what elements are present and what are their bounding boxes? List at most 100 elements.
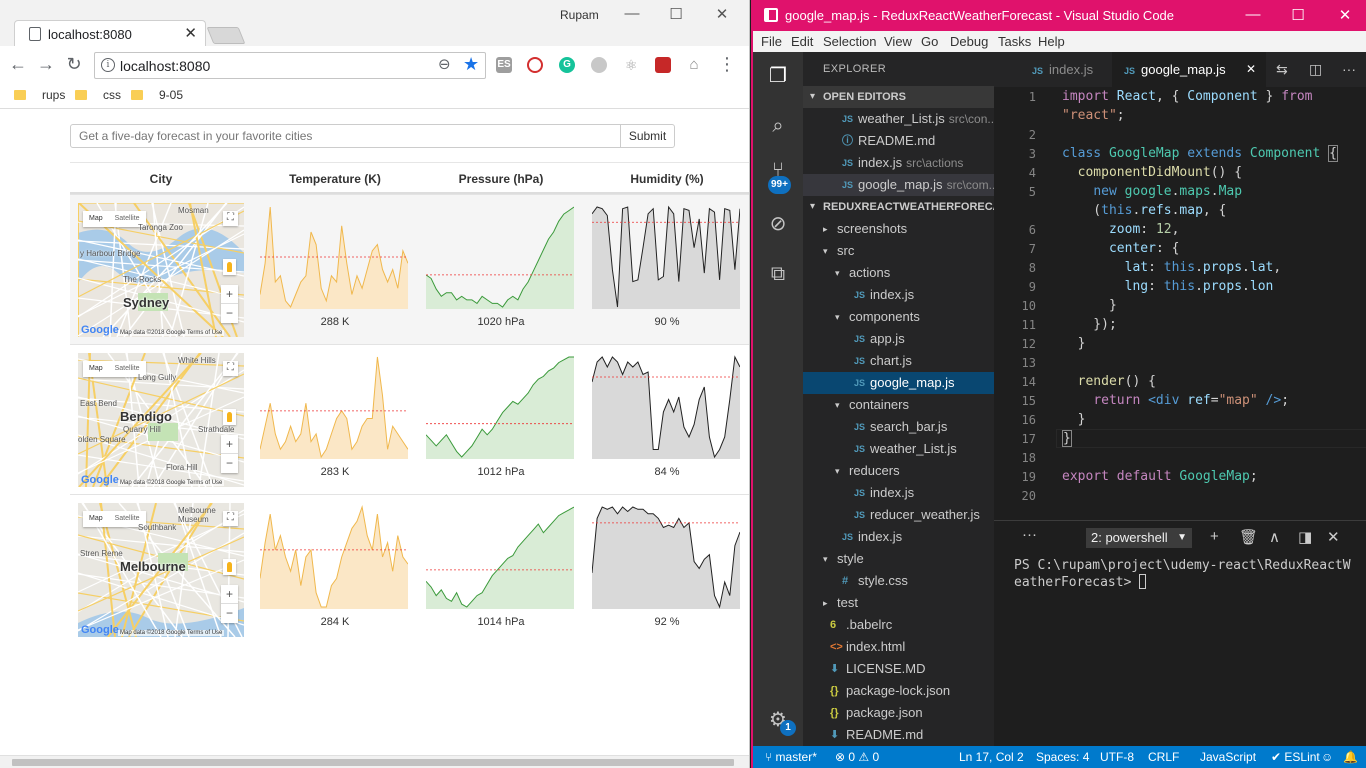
- search-icon[interactable]: ⌕: [766, 114, 790, 138]
- grammarly-icon[interactable]: G: [559, 57, 575, 73]
- extension-red-icon[interactable]: [655, 57, 671, 73]
- tree-folder[interactable]: ▾ containers: [803, 394, 994, 416]
- problems-status[interactable]: ⊗ 0 ⚠ 0: [835, 750, 879, 764]
- minimize-icon[interactable]: —: [622, 5, 642, 22]
- code-line[interactable]: }: [1062, 298, 1117, 313]
- bookmark-css[interactable]: css: [75, 88, 121, 102]
- tree-file[interactable]: {} package-lock.json: [803, 680, 994, 702]
- zoom-in-button[interactable]: +: [221, 435, 238, 454]
- extensions-icon[interactable]: ⧉: [766, 262, 790, 286]
- code-line[interactable]: class GoogleMap extends Component {: [1062, 145, 1338, 162]
- home-icon[interactable]: ⌂: [686, 57, 702, 73]
- tree-folder[interactable]: ▾ components: [803, 306, 994, 328]
- menu-view[interactable]: View: [884, 34, 912, 49]
- extension-es-icon[interactable]: ES: [496, 57, 512, 73]
- close-window-icon[interactable]: ✕: [1335, 6, 1355, 24]
- menu-selection[interactable]: Selection: [823, 34, 876, 49]
- terminal-output[interactable]: PS C:\rupam\project\udemy-react\ReduxRea…: [1014, 557, 1358, 591]
- bookmark-9-05[interactable]: 9-05: [131, 88, 183, 102]
- code-line[interactable]: render() {: [1062, 374, 1156, 389]
- open-editor-item[interactable]: JS google_map.js src\com...: [803, 174, 994, 196]
- tree-folder[interactable]: ▸ test: [803, 592, 994, 614]
- tree-file[interactable]: JS index.js: [803, 284, 994, 306]
- profile-name[interactable]: Rupam: [560, 8, 599, 22]
- menu-tasks[interactable]: Tasks: [998, 34, 1031, 49]
- zoom-out-button[interactable]: −: [221, 304, 238, 323]
- code-line[interactable]: }: [1062, 430, 1072, 447]
- tree-file[interactable]: ⬇ README.md: [803, 724, 994, 746]
- open-editor-item[interactable]: JS weather_List.js src\con...: [803, 108, 994, 130]
- close-tab-icon[interactable]: ✕: [184, 24, 197, 42]
- code-line[interactable]: return <div ref="map" />;: [1062, 393, 1289, 408]
- info-icon[interactable]: i: [101, 58, 115, 72]
- tree-file[interactable]: JS reducer_weather.js: [803, 504, 994, 526]
- zoom-out-button[interactable]: −: [221, 604, 238, 623]
- code-editor[interactable]: 1 import React, { Component } from "react"…: [994, 87, 1366, 517]
- tree-file[interactable]: JS search_bar.js: [803, 416, 994, 438]
- maximize-panel-icon[interactable]: ∧: [1269, 528, 1280, 546]
- bookmark-star-icon[interactable]: ★: [463, 54, 479, 75]
- feedback-icon[interactable]: ☺: [1321, 750, 1333, 764]
- open-editor-item[interactable]: ⓘ README.md: [803, 130, 994, 152]
- menu-edit[interactable]: Edit: [791, 34, 813, 49]
- react-devtools-icon[interactable]: ⚛: [623, 57, 639, 73]
- zoom-out-button[interactable]: −: [221, 454, 238, 473]
- bookmark-rups[interactable]: rups: [14, 88, 65, 102]
- tree-folder[interactable]: ▸ screenshots: [803, 218, 994, 240]
- scrollbar-thumb[interactable]: [12, 759, 734, 766]
- code-line[interactable]: new google.maps.Map: [1062, 184, 1242, 199]
- tree-file[interactable]: # style.css: [803, 570, 994, 592]
- close-tab-icon[interactable]: ✕: [1246, 52, 1256, 87]
- cursor-position[interactable]: Ln 17, Col 2: [959, 750, 1024, 764]
- open-editors-header[interactable]: OPEN EDITORS: [803, 86, 994, 108]
- menu-kebab-icon[interactable]: ⋮: [717, 55, 737, 73]
- map-type-toggle[interactable]: Map Satellite: [83, 361, 146, 377]
- code-line[interactable]: }: [1062, 412, 1086, 427]
- tree-file[interactable]: JS weather_List.js: [803, 438, 994, 460]
- menu-go[interactable]: Go: [921, 34, 938, 49]
- zoom-in-button[interactable]: +: [221, 285, 238, 304]
- menu-help[interactable]: Help: [1038, 34, 1065, 49]
- map-attribution[interactable]: Map data ©2018 Google Terms of Use: [118, 330, 225, 336]
- city-map[interactable]: Map Satellite ⛶ + − Melbourne Museum Southbank…: [78, 503, 244, 637]
- open-editor-item[interactable]: JS index.js src\actions: [803, 152, 994, 174]
- close-window-icon[interactable]: ✕: [712, 5, 732, 23]
- close-panel-icon[interactable]: ✕: [1327, 528, 1340, 546]
- maximize-icon[interactable]: ☐: [666, 5, 686, 23]
- project-header[interactable]: REDUXREACTWEATHERFORECA...: [803, 196, 994, 218]
- tree-file[interactable]: 6 .babelrc: [803, 614, 994, 636]
- tree-file[interactable]: JS app.js: [803, 328, 994, 350]
- eol-status[interactable]: CRLF: [1148, 750, 1179, 764]
- browser-tab[interactable]: localhost:8080 ✕: [14, 20, 206, 47]
- terminal-selector[interactable]: 2: powershell ▼: [1086, 528, 1192, 548]
- split-editor-icon[interactable]: ◫: [1309, 61, 1322, 78]
- code-line[interactable]: }: [1062, 336, 1086, 351]
- code-line[interactable]: (this.refs.map, {: [1062, 203, 1226, 218]
- city-search-input[interactable]: [70, 124, 622, 148]
- code-line[interactable]: export default GoogleMap;: [1062, 469, 1258, 484]
- extension-icon[interactable]: [591, 57, 607, 73]
- pegman-icon[interactable]: [223, 409, 236, 425]
- minimize-icon[interactable]: —: [1243, 6, 1263, 23]
- tree-file[interactable]: <> index.html: [803, 636, 994, 658]
- address-bar[interactable]: i localhost:8080 ⊖ ★: [94, 52, 486, 79]
- map-type-toggle[interactable]: Map Satellite: [83, 511, 146, 527]
- code-line[interactable]: "react";: [1062, 108, 1125, 123]
- tree-folder[interactable]: ▾ reducers: [803, 460, 994, 482]
- zoom-in-button[interactable]: +: [221, 585, 238, 604]
- map-attribution[interactable]: Map data ©2018 Google Terms of Use: [118, 480, 225, 486]
- code-line[interactable]: componentDidMount() {: [1062, 165, 1242, 180]
- menu-file[interactable]: File: [761, 34, 782, 49]
- language-status[interactable]: JavaScript: [1200, 750, 1256, 764]
- tree-file[interactable]: JS index.js: [803, 482, 994, 504]
- new-terminal-icon[interactable]: +: [1210, 528, 1219, 545]
- code-line[interactable]: });: [1062, 317, 1117, 332]
- fullscreen-icon[interactable]: ⛶: [223, 361, 238, 376]
- map-attribution[interactable]: Map data ©2018 Google Terms of Use: [118, 630, 225, 636]
- submit-button[interactable]: Submit: [620, 124, 675, 148]
- tree-folder[interactable]: ▾ style: [803, 548, 994, 570]
- horizontal-scrollbar[interactable]: [0, 755, 749, 768]
- notifications-icon[interactable]: 🔔: [1343, 750, 1358, 764]
- fullscreen-icon[interactable]: ⛶: [223, 211, 238, 226]
- back-arrow-icon[interactable]: ←: [8, 55, 28, 73]
